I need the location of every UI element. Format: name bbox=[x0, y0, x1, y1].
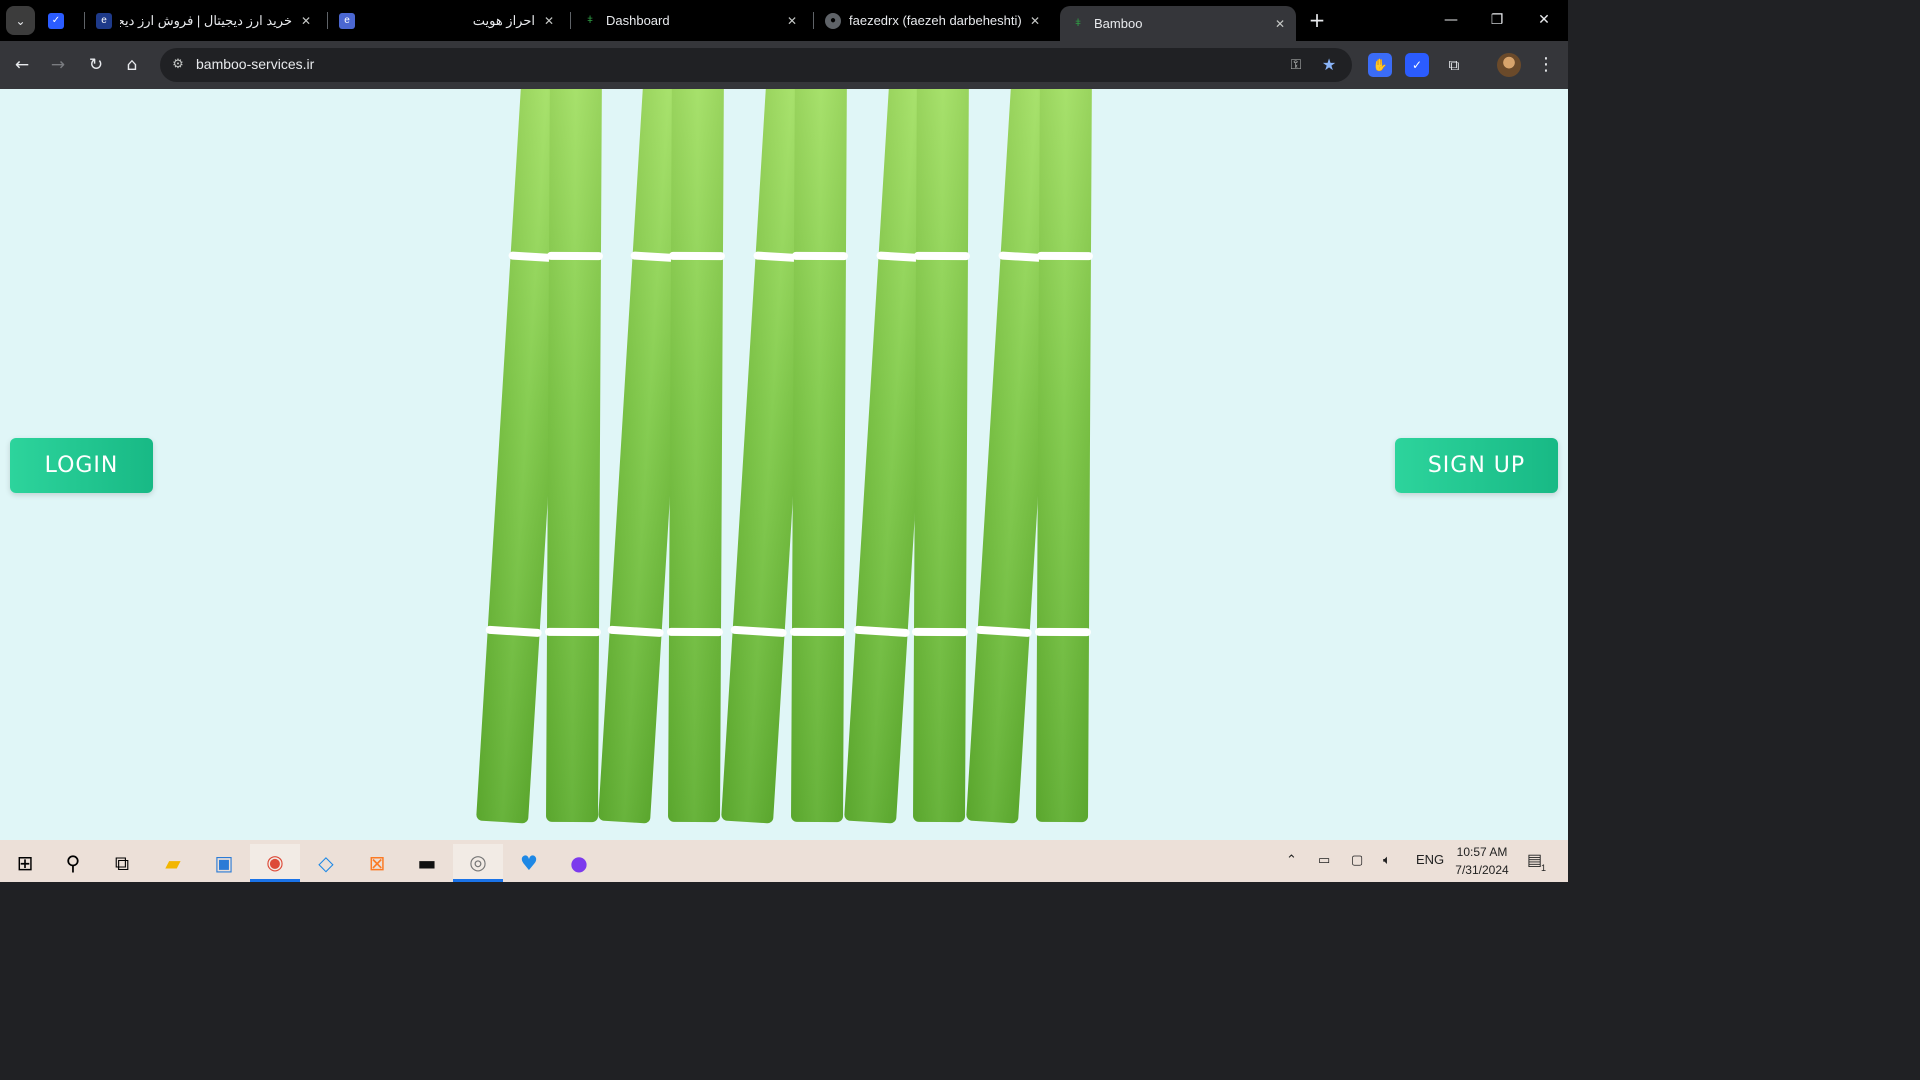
network-icon[interactable]: ▢ bbox=[1351, 852, 1363, 868]
arrow-right-icon: → bbox=[50, 55, 66, 75]
home-icon: ⌂ bbox=[126, 55, 138, 75]
forward-button[interactable]: → bbox=[44, 51, 72, 79]
minimize-button[interactable]: — bbox=[1428, 8, 1474, 32]
tab-title: خرید ارز دیجیتال | فروش ارز دیجیتال bbox=[120, 12, 292, 28]
bamboo-node bbox=[911, 627, 969, 637]
language-indicator[interactable]: ENG bbox=[1416, 852, 1444, 867]
profile-avatar[interactable] bbox=[1497, 53, 1521, 77]
tab-identity-verification[interactable]: e احراز هویت ✕ bbox=[339, 6, 565, 35]
windows-start-icon[interactable]: ⊞ bbox=[0, 844, 50, 882]
windows-taskbar: ⊞ ⚲ ⧉ ▰ ▣ ◉ ◇ ⊠ ▬ ◎ ♥ ● ⌃ ▭ ▢ 🔈︎ ENG 10:… bbox=[0, 840, 1568, 882]
tab-search-button[interactable]: ⌄ bbox=[6, 6, 35, 35]
address-bar[interactable]: ⚙ bamboo-services.ir ⚿ ★ bbox=[160, 48, 1352, 82]
task-check-icon[interactable]: ✓ bbox=[1405, 53, 1429, 77]
notification-count: 1 bbox=[1541, 863, 1547, 873]
back-button[interactable]: ← bbox=[8, 51, 36, 79]
login-button[interactable]: LOGIN bbox=[10, 438, 153, 493]
bamboo-node bbox=[607, 625, 664, 638]
bamboo-node bbox=[730, 625, 787, 638]
bamboo-stalk bbox=[544, 89, 603, 823]
task-view-icon[interactable]: ⧉ bbox=[97, 844, 147, 882]
close-icon[interactable]: ✕ bbox=[541, 14, 557, 28]
tab-title: Dashboard bbox=[606, 13, 670, 28]
extension-icon[interactable]: ✋ bbox=[1368, 53, 1392, 77]
xampp-icon[interactable]: ⊠ bbox=[352, 844, 402, 882]
bamboo-icon: ǂ bbox=[1075, 18, 1081, 29]
task-check-icon: ✓ bbox=[48, 12, 64, 29]
home-button[interactable]: ⌂ bbox=[118, 51, 146, 79]
exchange-icon: e bbox=[339, 12, 355, 29]
vscode-icon[interactable]: ◇ bbox=[301, 844, 351, 882]
github-icon: ● bbox=[825, 12, 841, 29]
close-icon[interactable]: ✕ bbox=[1027, 14, 1043, 28]
tab-strip: ⌄ ✓ e خرید ارز دیجیتال | فروش ارز دیجیتا… bbox=[0, 0, 1568, 41]
browser-toolbar: ← → ↻ ⌂ ⚙ bamboo-services.ir ⚿ ★ ✋ ✓ ⧉ ⋮ bbox=[0, 41, 1568, 89]
signup-button[interactable]: SIGN UP bbox=[1395, 438, 1558, 493]
bamboo-node bbox=[1036, 251, 1093, 261]
extensions-puzzle-icon[interactable]: ⧉ bbox=[1442, 53, 1466, 77]
bamboo-node bbox=[546, 251, 603, 261]
close-window-button[interactable]: ✕ bbox=[1521, 8, 1567, 32]
exchange-icon: e bbox=[96, 12, 112, 29]
arrow-left-icon: ← bbox=[14, 55, 30, 75]
search-icon[interactable]: ⚲ bbox=[48, 844, 98, 882]
tab-separator bbox=[813, 12, 814, 29]
bookmark-star-icon[interactable]: ★ bbox=[1318, 54, 1340, 76]
bamboo-icon: ǂ bbox=[587, 15, 593, 26]
bamboo-node bbox=[913, 251, 970, 261]
chrome-icon[interactable]: ◉ bbox=[250, 844, 300, 882]
bamboo-node bbox=[975, 625, 1032, 638]
restore-button[interactable]: ❐ bbox=[1474, 8, 1520, 32]
menu-kebab-icon[interactable]: ⋮ bbox=[1536, 53, 1556, 77]
new-tab-button[interactable]: + bbox=[1306, 10, 1328, 32]
site-settings-icon[interactable]: ⚙ bbox=[168, 55, 188, 75]
bamboo-node bbox=[668, 251, 725, 261]
terminal-icon[interactable]: ▬ bbox=[402, 844, 452, 882]
bamboo-node bbox=[789, 627, 847, 637]
bamboo-stalk bbox=[911, 89, 970, 823]
bamboo-node bbox=[853, 625, 910, 638]
address-url[interactable]: bamboo-services.ir bbox=[196, 56, 314, 72]
tab-dashboard[interactable]: ǂ Dashboard ✕ bbox=[582, 6, 808, 35]
password-key-icon[interactable]: ⚿ bbox=[1285, 54, 1307, 76]
tab-github[interactable]: ● faezedrx (faezeh darbeheshti) ✕ bbox=[825, 6, 1051, 35]
bamboo-node bbox=[791, 251, 848, 261]
bamboo-stalk bbox=[789, 89, 848, 823]
chevron-up-icon[interactable]: ⌃ bbox=[1286, 852, 1297, 868]
clock-date: 7/31/2024 bbox=[1455, 863, 1509, 877]
tab-pinned[interactable]: ✓ bbox=[48, 6, 74, 35]
tab-bamboo[interactable]: ǂ Bamboo ✕ bbox=[1060, 6, 1296, 41]
clock[interactable]: 10:57 AM 7/31/2024 bbox=[1445, 843, 1519, 879]
control-panel-icon[interactable]: ▣ bbox=[199, 844, 249, 882]
tab-separator bbox=[84, 12, 85, 29]
volume-icon[interactable]: 🔈︎ bbox=[1383, 852, 1391, 868]
bamboo-node bbox=[544, 627, 602, 637]
health-icon[interactable]: ♥ bbox=[504, 844, 554, 882]
tab-title: faezedrx (faezeh darbeheshti) bbox=[849, 13, 1021, 28]
bamboo-stalk bbox=[666, 89, 725, 823]
reload-icon: ↻ bbox=[88, 55, 104, 75]
bamboo-node bbox=[1034, 627, 1092, 637]
file-explorer-icon[interactable]: ▰ bbox=[148, 844, 198, 882]
bamboo-node bbox=[485, 625, 542, 638]
close-icon[interactable]: ✕ bbox=[1272, 17, 1288, 31]
github-desktop-icon[interactable]: ● bbox=[554, 844, 604, 882]
bamboo-node bbox=[666, 627, 724, 637]
close-icon[interactable]: ✕ bbox=[298, 14, 314, 28]
reload-button[interactable]: ↻ bbox=[82, 51, 110, 79]
tab-title: Bamboo bbox=[1094, 16, 1143, 31]
tab-title: احراز هویت bbox=[472, 12, 535, 28]
battery-icon[interactable]: ▭ bbox=[1318, 852, 1330, 868]
bamboo-stalk bbox=[1034, 89, 1093, 823]
clock-time: 10:57 AM bbox=[1456, 845, 1508, 859]
tab-crypto-exchange[interactable]: e خرید ارز دیجیتال | فروش ارز دیجیتال ✕ bbox=[96, 6, 322, 35]
tab-separator bbox=[327, 12, 328, 29]
tab-separator bbox=[570, 12, 571, 29]
notification-icon[interactable]: ▤ bbox=[1527, 850, 1542, 870]
bamboo-landing-page: LOGIN SIGN UP bbox=[0, 89, 1568, 840]
close-icon[interactable]: ✕ bbox=[784, 14, 800, 28]
chevron-down-icon: ⌄ bbox=[15, 13, 26, 28]
app-icon[interactable]: ◎ bbox=[453, 844, 503, 882]
